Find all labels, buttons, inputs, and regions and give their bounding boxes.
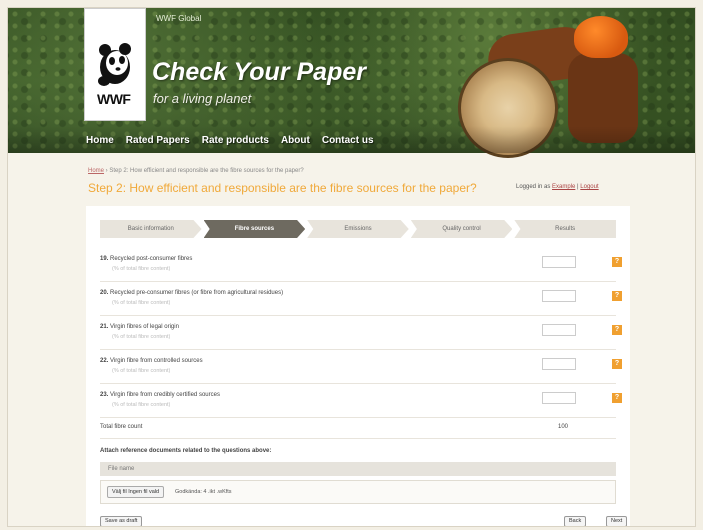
orange-helmet [574,16,628,58]
question-number: 22. [100,358,109,364]
breadcrumb: Home › Step 2: How efficient and respons… [88,168,304,174]
nav-rated-papers[interactable]: Rated Papers [126,135,190,146]
site-title: Check Your Paper [152,58,366,86]
help-icon[interactable]: ? [612,393,622,403]
question-text: Virgin fibres of legal origin [110,324,179,330]
question-20-input[interactable] [542,290,576,302]
question-19-input[interactable] [542,256,576,268]
logout-link[interactable]: Logout [580,184,598,190]
breadcrumb-home[interactable]: Home [88,168,104,174]
question-label: 19. Recycled post-consumer fibres [100,256,192,262]
help-icon[interactable]: ? [612,291,622,301]
question-label: 22. Virgin fibre from controlled sources [100,358,203,364]
file-name-header: File name [100,462,616,476]
total-fibre-label: Total fibre count [100,424,143,430]
choose-file-button[interactable]: Välj fil Ingen fil vald [107,486,165,498]
site-subtitle: for a living planet [153,91,252,106]
login-user-link[interactable]: Example [552,184,575,190]
next-button[interactable]: Next [606,516,628,526]
step-basic-information[interactable]: Basic information [100,220,202,238]
breadcrumb-current: › Step 2: How efficient and responsible … [104,168,304,174]
question-label: 20. Recycled pre-consumer fibres (or fib… [100,290,283,296]
question-row: 23. Virgin fibre from credibly certified… [100,386,622,418]
login-status: Logged in as Example | Logout [516,184,599,190]
file-upload-row: Välj fil Ingen fil vald Godkända: 4 .ikt… [100,480,616,504]
help-icon[interactable]: ? [612,257,622,267]
question-hint: (% of total fibre content) [112,368,171,374]
step-fibre-sources[interactable]: Fibre sources [203,220,306,238]
page-frame: WWF Global WWF Check Your Paper for a li… [7,7,696,527]
total-fibre-value: 100 [558,424,569,430]
nav-rate-products[interactable]: Rate products [202,135,269,146]
question-row: 21. Virgin fibres of legal origin (% of … [100,318,622,350]
attach-title: Attach reference documents related to th… [100,448,272,454]
question-text: Recycled pre-consumer fibres (or fibre f… [110,290,284,296]
total-fibre-row: Total fibre count 100 [100,419,616,439]
help-icon[interactable]: ? [612,359,622,369]
question-text: Virgin fibre from credibly certified sou… [110,392,220,398]
progress-steps: Basic information Fibre sources Emission… [100,220,616,238]
question-number: 20. [100,290,109,296]
wwf-logo-text: WWF [97,91,131,107]
question-number: 23. [100,392,109,398]
question-text: Recycled post-consumer fibres [110,256,193,262]
step-results[interactable]: Results [514,220,616,238]
back-button[interactable]: Back [564,516,587,526]
main-nav: Home Rated Papers Rate products About Co… [86,135,374,146]
question-label: 21. Virgin fibres of legal origin [100,324,179,330]
question-hint: (% of total fibre content) [112,266,171,272]
step-quality-control[interactable]: Quality control [410,220,513,238]
question-row: 22. Virgin fibre from controlled sources… [100,352,622,384]
wwf-logo[interactable]: WWF [84,8,146,121]
question-row: 19. Recycled post-consumer fibres (% of … [100,250,622,282]
nav-about[interactable]: About [281,135,310,146]
login-prefix: Logged in as [516,184,553,190]
question-hint: (% of total fibre content) [112,334,171,340]
nav-home[interactable]: Home [86,135,114,146]
nav-contact[interactable]: Contact us [322,135,374,146]
page-title: Step 2: How efficient and responsible ar… [88,181,477,195]
save-draft-button[interactable]: Save as draft [100,516,143,526]
step-emissions[interactable]: Emissions [307,220,409,238]
question-number: 21. [100,324,109,330]
site-tag[interactable]: WWF Global [156,14,201,23]
question-row: 20. Recycled pre-consumer fibres (or fib… [100,284,622,316]
question-number: 19. [100,256,109,262]
help-icon[interactable]: ? [612,325,622,335]
panda-icon [98,43,131,86]
form-card: Basic information Fibre sources Emission… [86,206,630,526]
question-label: 23. Virgin fibre from credibly certified… [100,392,220,398]
question-text: Virgin fibre from controlled sources [110,358,203,364]
question-23-input[interactable] [542,392,576,404]
question-hint: (% of total fibre content) [112,402,171,408]
question-21-input[interactable] [542,324,576,336]
question-hint: (% of total fibre content) [112,300,171,306]
file-upload-note: Godkända: 4 .ikt .wKfts [175,489,232,495]
question-22-input[interactable] [542,358,576,370]
